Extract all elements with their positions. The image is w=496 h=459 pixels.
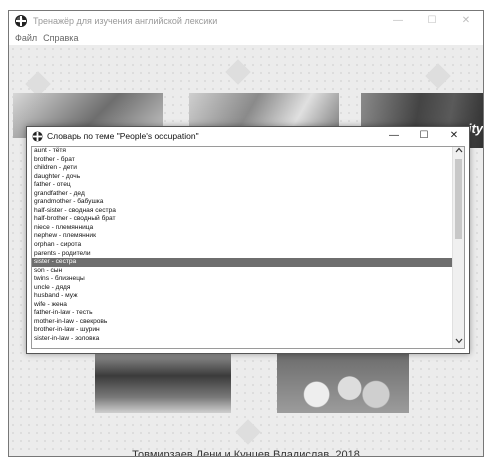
decor-diamond	[425, 63, 451, 89]
photo-caption: ity	[467, 121, 483, 136]
room-photo	[95, 351, 231, 413]
maximize-button[interactable]: ☐	[415, 11, 449, 31]
chevron-down-icon[interactable]	[453, 338, 464, 348]
authors-credit: Товмирзаев Дени и Кунцев Владислав, 2018	[132, 449, 360, 457]
list-item[interactable]: husband - муж	[32, 292, 452, 301]
dialog-title: Словарь по теме "People's occupation"	[47, 131, 199, 141]
window-controls: — ☐ ✕	[381, 11, 483, 31]
list-item[interactable]: parents - родители	[32, 250, 452, 259]
list-item[interactable]: sister-in-law - золовка	[32, 335, 452, 344]
food-photo	[277, 351, 409, 413]
vocabulary-list[interactable]: aunt - тётя brother - брат children - дети…	[31, 146, 465, 349]
scrollbar-thumb[interactable]	[455, 159, 462, 239]
list-item[interactable]: nephew - племянник	[32, 232, 452, 241]
chevron-up-icon[interactable]	[453, 147, 464, 157]
dialog-maximize-button[interactable]: ☐	[409, 127, 439, 145]
decor-diamond	[235, 419, 261, 445]
list-item[interactable]: father - отец	[32, 181, 452, 190]
menu-help[interactable]: Справка	[43, 33, 78, 43]
close-button[interactable]: ✕	[449, 11, 483, 31]
list-item[interactable]: sister - сестра	[32, 258, 452, 267]
globe-cross-icon	[32, 130, 43, 142]
vertical-scrollbar[interactable]	[452, 147, 464, 348]
dialog-close-button[interactable]: ✕	[439, 127, 469, 145]
list-item[interactable]: grandfather - дед	[32, 190, 452, 199]
list-item[interactable]: brother - брат	[32, 156, 452, 165]
list-item[interactable]: twins - близнецы	[32, 275, 452, 284]
list-item[interactable]: children - дети	[32, 164, 452, 173]
minimize-button[interactable]: —	[381, 11, 415, 31]
list-item[interactable]: niece - племянница	[32, 224, 452, 233]
window-title: Тренажёр для изучения английской лексики	[33, 16, 218, 26]
menu-file[interactable]: Файл	[15, 33, 37, 43]
vocabulary-list-items: aunt - тётя brother - брат children - дети…	[32, 147, 452, 348]
list-item[interactable]: father-in-law - тесть	[32, 309, 452, 318]
list-item[interactable]: son - сын	[32, 267, 452, 276]
app-icon	[15, 15, 27, 27]
window-titlebar[interactable]: Тренажёр для изучения английской лексики…	[9, 11, 483, 31]
list-item[interactable]: aunt - тётя	[32, 147, 452, 156]
dialog-controls: — ☐ ✕	[379, 127, 469, 145]
dialog-titlebar[interactable]: Словарь по теме "People's occupation" — …	[27, 127, 469, 145]
dialog-minimize-button[interactable]: —	[379, 127, 409, 145]
list-item[interactable]: uncle - дядя	[32, 284, 452, 293]
list-item[interactable]: wife - жена	[32, 301, 452, 310]
list-item[interactable]: grandmother - бабушка	[32, 198, 452, 207]
list-item[interactable]: orphan - сирота	[32, 241, 452, 250]
list-item[interactable]: half-brother - сводный брат	[32, 215, 452, 224]
vocabulary-dialog: Словарь по теме "People's occupation" — …	[26, 126, 470, 354]
list-item[interactable]: daughter - дочь	[32, 173, 452, 182]
list-item[interactable]: mother-in-law - свекровь	[32, 318, 452, 327]
list-item[interactable]: brother-in-law - шурин	[32, 326, 452, 335]
decor-diamond	[225, 59, 251, 85]
menu-bar: Файл Справка	[9, 31, 483, 45]
